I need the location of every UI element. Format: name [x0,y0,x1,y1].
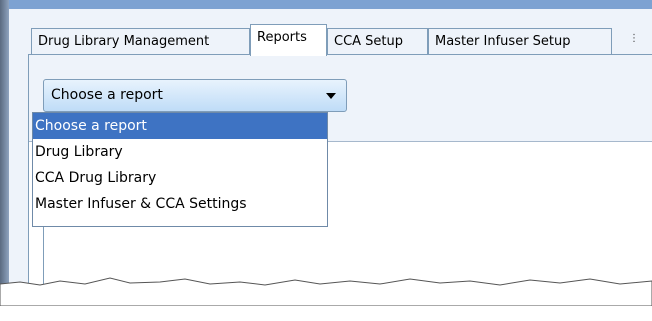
chevron-down-icon[interactable] [326,93,336,99]
tab-scroll-indicator: ⋮ [629,33,639,44]
report-dropdown-list: Choose a report Drug Library CCA Drug Li… [32,112,328,227]
dropdown-option-cca-drug-library[interactable]: CCA Drug Library [33,165,327,191]
window-top-border [0,0,652,9]
report-select-value: Choose a report [51,87,163,103]
tab-bar: Drug Library Management Reports CCA Setu… [9,9,652,56]
torn-edge-decoration [0,277,652,306]
report-select[interactable]: Choose a report [43,79,347,112]
tab-master-infuser-setup[interactable]: Master Infuser Setup [428,28,612,54]
window-left-border [0,0,9,285]
tab-cca-setup[interactable]: CCA Setup [327,28,428,54]
dropdown-option-drug-library[interactable]: Drug Library [33,139,327,165]
dropdown-option-choose-report[interactable]: Choose a report [33,113,327,139]
tab-drug-library-management[interactable]: Drug Library Management [31,28,250,54]
tab-reports[interactable]: Reports [250,24,327,56]
dropdown-option-master-infuser-cca-settings[interactable]: Master Infuser & CCA Settings [33,191,327,217]
